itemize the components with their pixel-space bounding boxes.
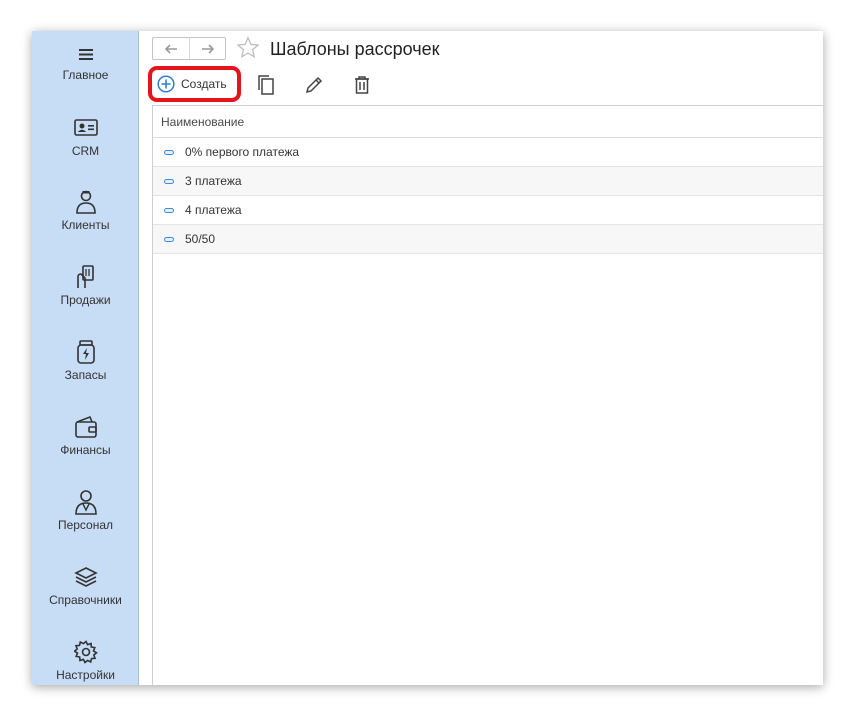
sidebar-item-reference[interactable]: Справочники — [32, 564, 139, 634]
templates-table: Наименование 0% первого платежа 3 платеж… — [152, 105, 823, 685]
plus-circle-icon — [157, 75, 175, 93]
edit-button[interactable] — [301, 72, 327, 98]
sidebar-item-settings[interactable]: Настройки — [32, 639, 139, 685]
sidebar-item-main[interactable]: Главное — [32, 41, 139, 111]
trash-icon — [355, 76, 369, 94]
item-marker-icon — [164, 236, 174, 242]
arrow-right-icon — [201, 43, 214, 54]
sidebar-item-sales[interactable]: Продажи — [32, 264, 139, 334]
stock-icon — [73, 339, 99, 365]
main-panel: Шаблоны рассрочек Создать Наименование 0… — [148, 31, 823, 685]
pencil-icon — [305, 76, 323, 94]
sidebar-gap — [139, 31, 151, 685]
copy-icon — [258, 75, 274, 95]
table-row[interactable]: 4 платежа — [153, 196, 823, 225]
wallet-icon — [73, 414, 99, 440]
create-button-label: Создать — [181, 77, 227, 91]
row-name: 50/50 — [185, 232, 216, 246]
sidebar-item-label: Продажи — [60, 293, 111, 307]
arrow-left-icon — [164, 43, 177, 54]
sidebar-item-label: Клиенты — [61, 218, 110, 232]
copy-button[interactable] — [253, 72, 279, 98]
forward-button[interactable] — [189, 38, 225, 59]
table-row[interactable]: 0% первого платежа — [153, 138, 823, 167]
staff-icon — [73, 489, 99, 515]
column-header-name[interactable]: Наименование — [161, 115, 244, 129]
app-window: Главное CRM Клиенты Продажи Запасы Финан… — [32, 31, 823, 685]
sidebar-item-finance[interactable]: Финансы — [32, 414, 139, 484]
page-title: Шаблоны рассрочек — [270, 39, 440, 59]
sidebar-item-crm[interactable]: CRM — [32, 115, 139, 185]
back-button[interactable] — [153, 38, 189, 59]
row-name: 3 платежа — [185, 174, 242, 188]
sidebar-item-label: Персонал — [57, 518, 114, 532]
history-nav — [152, 37, 226, 60]
sidebar-item-label: Финансы — [60, 443, 111, 457]
row-name: 0% первого платежа — [185, 145, 300, 159]
table-row[interactable]: 50/50 — [153, 225, 823, 254]
create-button[interactable]: Создать — [155, 72, 235, 96]
sidebar-item-label: Главное — [62, 68, 109, 82]
sidebar: Главное CRM Клиенты Продажи Запасы Финан… — [32, 31, 139, 685]
sales-icon — [73, 264, 99, 290]
layers-icon — [73, 564, 99, 590]
delete-button[interactable] — [349, 72, 375, 98]
menu-icon — [73, 41, 99, 67]
sidebar-item-label: Настройки — [56, 668, 115, 682]
item-marker-icon — [164, 149, 174, 155]
sidebar-item-stock[interactable]: Запасы — [32, 339, 139, 409]
sidebar-item-label: Запасы — [64, 368, 107, 382]
item-marker-icon — [164, 207, 174, 213]
sidebar-item-clients[interactable]: Клиенты — [32, 189, 139, 259]
gear-icon — [73, 639, 99, 665]
row-name: 4 платежа — [185, 203, 242, 217]
sidebar-item-staff[interactable]: Персонал — [32, 489, 139, 559]
sidebar-item-label: CRM — [71, 144, 100, 158]
client-icon — [73, 189, 99, 215]
sidebar-item-label: Справочники — [49, 593, 122, 607]
table-header: Наименование — [153, 106, 823, 138]
table-row[interactable]: 3 платежа — [153, 167, 823, 196]
item-marker-icon — [164, 178, 174, 184]
favorite-star-icon[interactable] — [236, 36, 260, 60]
id-card-icon — [73, 115, 99, 141]
